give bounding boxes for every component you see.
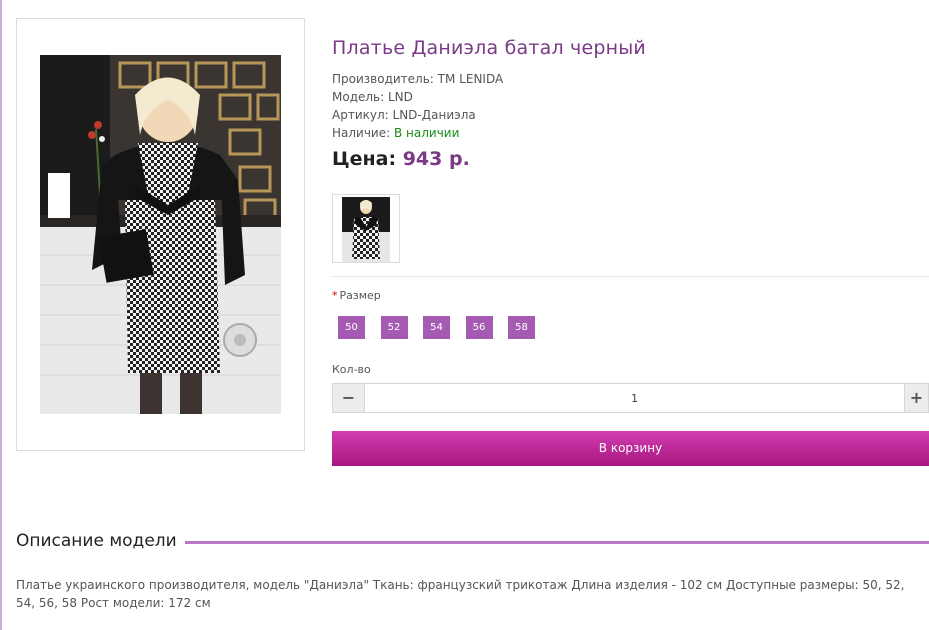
availability-status: В наличии [394, 126, 460, 140]
product-info: Производитель: TM LENIDA Модель: LND Арт… [332, 70, 503, 142]
sku-value: LND-Даниэла [392, 108, 476, 122]
description-heading: Описание модели [16, 531, 185, 551]
manufacturer-value: TM LENIDA [437, 72, 504, 86]
price: Цена: 943 р. [332, 148, 470, 170]
size-option-54[interactable]: 54 [423, 316, 450, 339]
quantity-input[interactable] [365, 384, 904, 412]
size-option-56[interactable]: 56 [465, 316, 493, 339]
availability-label: Наличие: [332, 126, 391, 140]
size-option-50[interactable]: 50 [338, 316, 365, 339]
manufacturer-label: Производитель: [332, 72, 434, 86]
add-to-cart-button[interactable]: В корзину [332, 431, 929, 466]
sku-label: Артикул: [332, 108, 389, 122]
required-mark: * [332, 289, 338, 302]
product-title: Платье Даниэла батал черный [332, 37, 646, 59]
product-main-image[interactable] [16, 18, 305, 451]
sku-row: Артикул: LND-Даниэла [332, 106, 503, 124]
quantity-label: Кол-во [332, 363, 371, 376]
page-left-border [0, 0, 2, 630]
description-text: Платье украинского производителя, модель… [16, 578, 905, 610]
product-thumbnail[interactable] [332, 194, 400, 263]
size-option-52[interactable]: 52 [380, 316, 408, 339]
size-option-58[interactable]: 58 [508, 316, 535, 339]
size-options: 50 52 54 56 58 [338, 316, 551, 339]
price-value: 943 р. [402, 148, 470, 170]
availability-row: Наличие: В наличии [332, 124, 503, 142]
thumbnail-photo [342, 197, 390, 262]
quantity-stepper: − + [332, 383, 929, 413]
model-row: Модель: LND [332, 88, 503, 106]
description-heading-rule [181, 541, 929, 544]
product-photo [40, 55, 281, 414]
size-label-text: Размер [339, 289, 381, 302]
size-label: * Размер [332, 289, 381, 302]
model-value: LND [388, 90, 413, 104]
quantity-increase-button[interactable]: + [904, 384, 928, 412]
manufacturer-row: Производитель: TM LENIDA [332, 70, 503, 88]
quantity-decrease-button[interactable]: − [333, 384, 365, 412]
model-label: Модель: [332, 90, 385, 104]
price-label: Цена: [332, 148, 397, 170]
divider [332, 276, 929, 277]
